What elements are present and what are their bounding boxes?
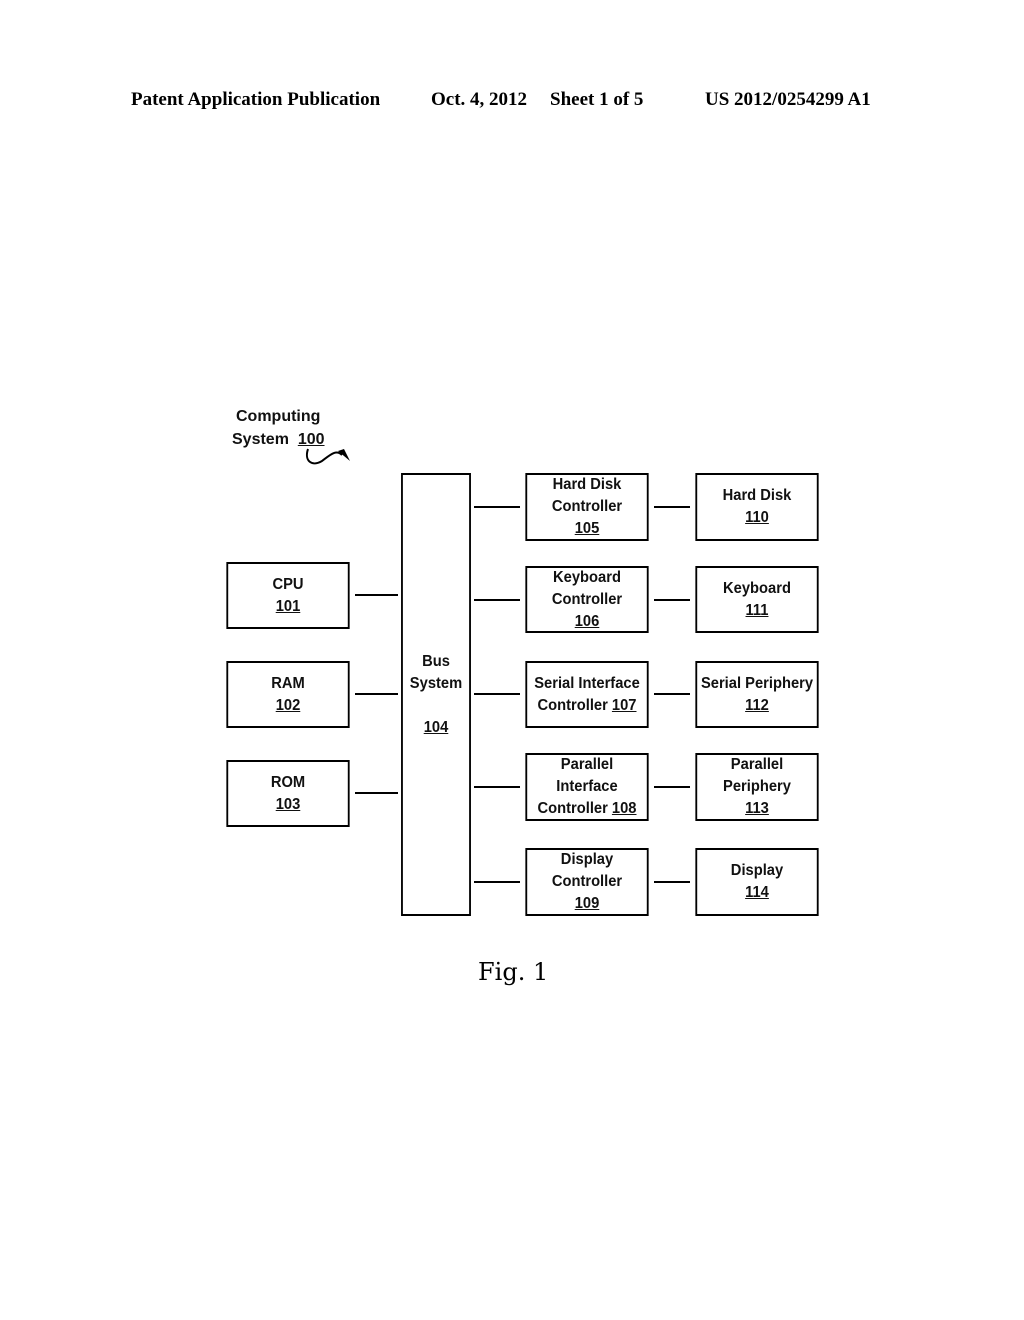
hd-label: Hard Disk [722, 487, 792, 504]
figure-caption: Fig. 1 [478, 958, 549, 986]
hard-disk-block: Hard Disk 110 [695, 473, 819, 541]
publication-date: Oct. 4, 2012 [431, 89, 528, 110]
sheet-number: Sheet 1 of 5 [550, 89, 644, 110]
rom-label: ROM [270, 773, 306, 791]
dc-label-line1: Display [560, 851, 614, 868]
kbc-label-line2: Controller [551, 590, 623, 608]
ram-ref: 102 [275, 696, 301, 714]
serial-periphery-block: Serial Periphery 112 [695, 661, 819, 728]
hdc-label-line2: Controller [551, 498, 623, 515]
hdc-hd-connector [654, 506, 690, 508]
system-label-line2: System [232, 431, 289, 448]
cpu-ref: 101 [275, 597, 301, 615]
pic-label-line2: Interface [556, 778, 618, 795]
pp-label-line1: Parallel [730, 756, 784, 773]
parallel-periphery-block: Parallel Periphery 113 [695, 753, 819, 821]
ram-block: RAM 102 [226, 661, 350, 728]
rom-ref: 103 [275, 795, 301, 813]
kbc-kb-connector [654, 599, 690, 601]
cpu-block: CPU 101 [226, 562, 350, 629]
bus-dc-connector [474, 881, 520, 883]
bus-system-block: Bus System 104 [401, 473, 471, 916]
pic-label-text: Controller [537, 800, 608, 817]
dc-label-line2: Controller [551, 873, 623, 890]
display-controller-block: Display Controller 109 [525, 848, 649, 916]
dc-ref: 109 [574, 895, 600, 912]
bus-sic-connector [474, 693, 520, 695]
parallel-interface-controller-block: Parallel Interface Controller 108 [525, 753, 649, 821]
hdc-label-line1: Hard Disk [552, 476, 622, 493]
ram-bus-connector [355, 693, 398, 695]
keyboard-block: Keyboard 111 [695, 566, 819, 633]
display-block: Display 114 [695, 848, 819, 916]
pp-ref: 113 [745, 800, 769, 817]
sic-label-text: Controller [537, 696, 608, 714]
bus-label-line1: Bus [422, 652, 450, 670]
patent-number: US 2012/0254299 A1 [705, 89, 871, 110]
dc-disp-connector [654, 881, 690, 883]
pic-pp-connector [654, 786, 690, 788]
ram-label: RAM [271, 674, 305, 692]
bus-label-line2: System [409, 674, 463, 692]
hdc-ref: 105 [574, 520, 600, 537]
keyboard-controller-block: Keyboard Controller 106 [525, 566, 649, 633]
kb-ref: 111 [745, 601, 769, 619]
bus-ref: 104 [423, 718, 449, 736]
cpu-bus-connector [355, 594, 398, 596]
pic-label-line3: Controller 108 [537, 798, 636, 820]
serial-interface-controller-block: Serial Interface Controller 107 [525, 661, 649, 728]
kbc-label-line1: Keyboard [553, 568, 621, 586]
sp-ref: 112 [745, 696, 769, 714]
bus-hdc-connector [474, 506, 520, 508]
cpu-label: CPU [272, 575, 304, 593]
disp-label: Display [730, 862, 784, 879]
kb-label: Keyboard [723, 579, 791, 597]
disp-ref: 114 [745, 884, 769, 901]
pp-label-line2: Periphery [723, 778, 791, 795]
pic-label-line1: Parallel [560, 756, 614, 773]
sp-label: Serial Periphery [700, 674, 814, 692]
pic-ref: 108 [611, 800, 637, 817]
sic-label-line1: Serial Interface [534, 674, 640, 692]
bus-kbc-connector [474, 599, 520, 601]
hard-disk-controller-block: Hard Disk Controller 105 [525, 473, 649, 541]
publication-type: Patent Application Publication [131, 89, 381, 110]
rom-block: ROM 103 [226, 760, 350, 827]
kbc-ref: 106 [574, 612, 600, 630]
hd-ref: 110 [745, 509, 769, 526]
reference-arrow-icon [306, 448, 350, 465]
bus-pic-connector [474, 786, 520, 788]
system-label-line1: Computing [236, 408, 321, 425]
sic-label-line2: Controller 107 [537, 695, 636, 717]
sic-sp-connector [654, 693, 690, 695]
sic-ref: 107 [611, 696, 637, 714]
rom-bus-connector [355, 792, 398, 794]
